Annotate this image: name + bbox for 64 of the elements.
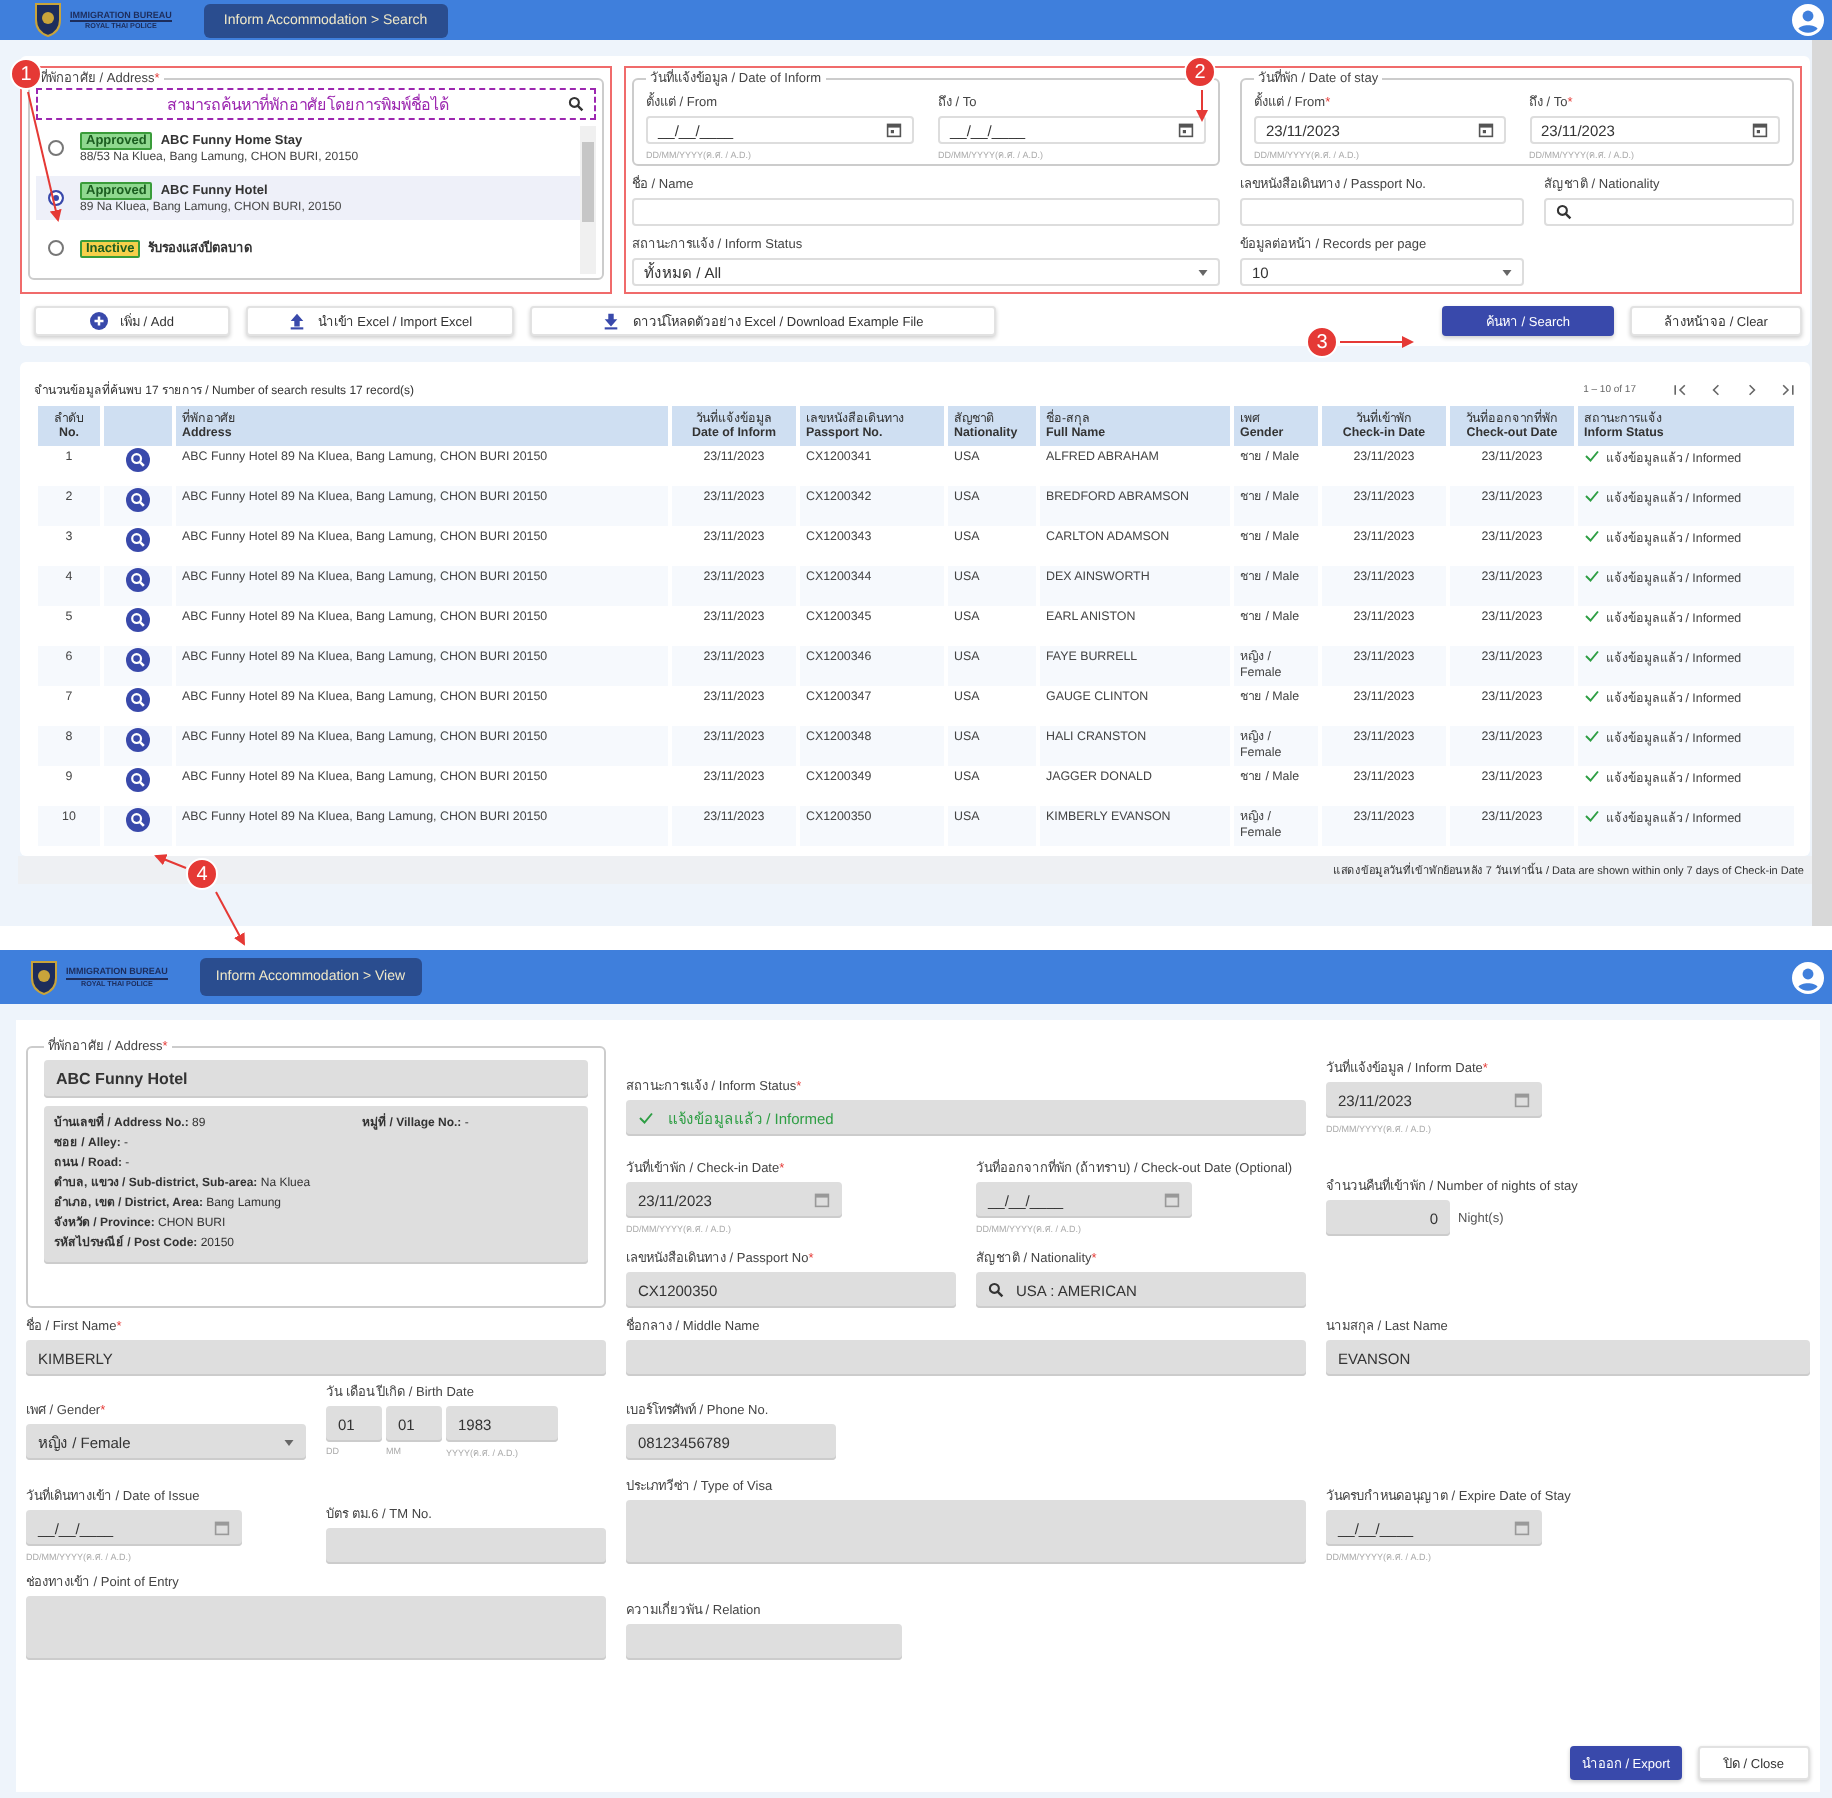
view-button[interactable] <box>126 608 150 632</box>
callout-arrow <box>154 854 187 869</box>
check-icon <box>638 1112 654 1124</box>
text-field[interactable] <box>326 1528 606 1564</box>
radio-button[interactable] <box>48 240 64 256</box>
police-badge-icon <box>34 2 62 38</box>
radio-button[interactable] <box>48 140 64 156</box>
calendar-icon <box>1514 1092 1530 1108</box>
user-avatar-icon[interactable] <box>1792 4 1824 36</box>
place-name-field: ABC Funny Hotel <box>44 1060 588 1098</box>
calendar-icon <box>214 1520 230 1536</box>
view-button[interactable] <box>126 728 150 752</box>
calendar-icon <box>1178 122 1194 138</box>
police-badge-icon <box>30 959 58 995</box>
search-icon <box>568 96 584 112</box>
check-icon <box>1584 610 1600 622</box>
plus-icon <box>90 312 108 330</box>
check-icon <box>1584 810 1600 822</box>
check-icon <box>1584 490 1600 502</box>
calendar-icon <box>1164 1192 1180 1208</box>
caret-icon <box>1502 269 1512 275</box>
user-avatar-icon[interactable] <box>1792 961 1824 993</box>
callout-arrow <box>1196 89 1208 122</box>
calendar-icon <box>814 1192 830 1208</box>
caret-icon <box>1198 269 1208 275</box>
scrollbar[interactable] <box>1812 40 1832 926</box>
calendar-icon <box>1477 122 1493 138</box>
view-button[interactable] <box>126 568 150 592</box>
upload-icon <box>287 312 306 330</box>
text-field[interactable] <box>626 1624 902 1660</box>
scrollbar[interactable] <box>580 126 596 274</box>
last-page-icon[interactable] <box>1780 382 1796 398</box>
first-page-icon[interactable] <box>1672 382 1688 398</box>
callout-arrow <box>1339 336 1414 348</box>
previous-page-icon[interactable] <box>1708 382 1724 398</box>
view-button[interactable] <box>126 688 150 712</box>
passport-field[interactable] <box>1240 198 1524 226</box>
download-icon <box>602 312 621 330</box>
caret-icon <box>284 1439 294 1445</box>
view-button[interactable] <box>126 768 150 792</box>
calendar-icon <box>1752 122 1768 138</box>
check-icon <box>1584 530 1600 542</box>
check-icon <box>1584 650 1600 662</box>
view-button[interactable] <box>126 448 150 472</box>
calendar-icon <box>886 122 902 138</box>
nationality-field[interactable] <box>1544 198 1794 226</box>
callout-arrow <box>27 91 62 222</box>
search-icon <box>1556 204 1572 220</box>
check-icon <box>1584 770 1600 782</box>
callout-arrow <box>215 891 245 946</box>
view-button[interactable] <box>126 808 150 832</box>
check-icon <box>1584 730 1600 742</box>
text-field[interactable] <box>626 1340 1306 1376</box>
calendar-icon <box>1514 1520 1530 1536</box>
name-field[interactable] <box>632 198 1220 226</box>
check-icon <box>1584 450 1600 462</box>
search-field[interactable]: สามารถค้นหาที่พักอาศัยโดยการพิมพ์ชื่อได้ <box>36 88 596 120</box>
check-icon <box>1584 690 1600 702</box>
view-button[interactable] <box>126 488 150 512</box>
view-button[interactable] <box>126 648 150 672</box>
check-icon <box>1584 570 1600 582</box>
next-page-icon[interactable] <box>1744 382 1760 398</box>
search-icon <box>988 1282 1004 1298</box>
view-button[interactable] <box>126 528 150 552</box>
